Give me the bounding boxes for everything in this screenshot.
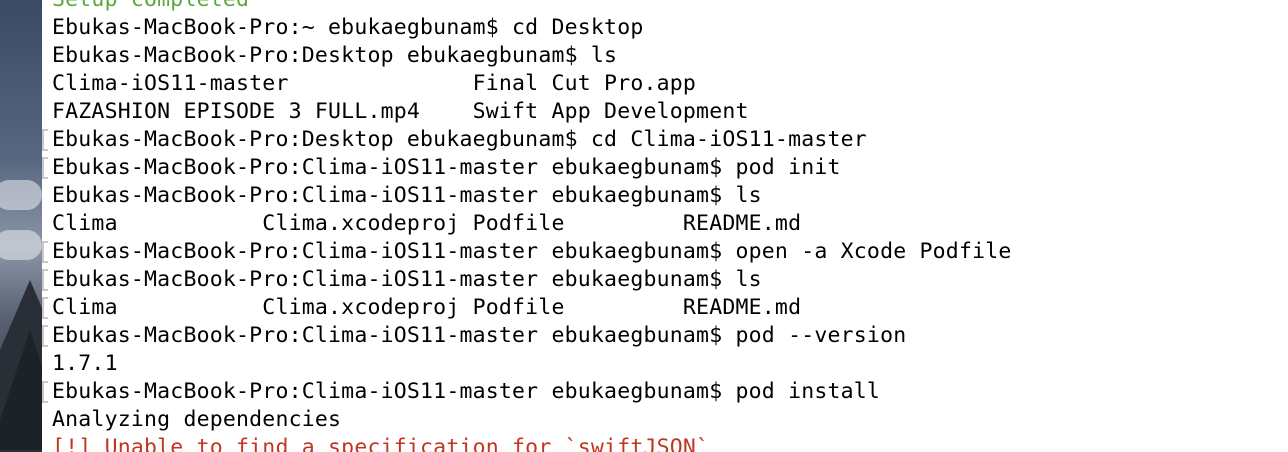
terminal-line: Ebukas-MacBook-Pro:Clima-iOS11-master eb… [42,238,1012,266]
line-marker [42,325,48,347]
terminal-line-text: Ebukas-MacBook-Pro:Clima-iOS11-master eb… [52,323,907,348]
terminal-line: Ebukas-MacBook-Pro:Desktop ebukaegbunam$… [42,126,1012,154]
line-marker [42,381,48,403]
terminal-line-text: Ebukas-MacBook-Pro:~ ebukaegbunam$ cd De… [52,15,644,40]
terminal-output[interactable]: Setup completed Ebukas-MacBook-Pro:~ ebu… [42,0,1012,452]
terminal-line-text: Ebukas-MacBook-Pro:Desktop ebukaegbunam$… [52,43,618,68]
wallpaper-cloud [0,230,42,260]
terminal-line-text: Analyzing dependencies [52,407,342,432]
terminal-line: Ebukas-MacBook-Pro:~ ebukaegbunam$ cd De… [52,14,1012,42]
terminal-line: Clima Clima.xcodeproj Podfile README.md [42,294,1012,322]
terminal-line-text: 1.7.1 [52,351,118,376]
terminal-line: [!] Unable to find a specification for `… [52,434,1012,452]
terminal-line: Ebukas-MacBook-Pro:Clima-iOS11-master eb… [42,266,1012,294]
wallpaper-mountain [0,330,42,450]
terminal-line: Setup completed [52,0,1012,14]
line-marker [42,269,48,291]
terminal-line-text: Clima-iOS11-master Final Cut Pro.app [52,71,697,96]
terminal-line: Ebukas-MacBook-Pro:Clima-iOS11-master eb… [52,182,1012,210]
terminal-line: Ebukas-MacBook-Pro:Clima-iOS11-master eb… [42,322,1012,350]
terminal-line: Ebukas-MacBook-Pro:Clima-iOS11-master eb… [42,378,1012,406]
line-marker [42,297,48,319]
terminal-line-text: Ebukas-MacBook-Pro:Clima-iOS11-master eb… [52,183,762,208]
terminal-line: Analyzing dependencies [52,406,1012,434]
terminal-line: Ebukas-MacBook-Pro:Desktop ebukaegbunam$… [52,42,1012,70]
terminal-line: 1.7.1 [52,350,1012,378]
terminal-line: Ebukas-MacBook-Pro:Clima-iOS11-master eb… [42,154,1012,182]
line-marker [42,157,48,179]
terminal-line-text: Ebukas-MacBook-Pro:Clima-iOS11-master eb… [52,239,1012,264]
line-marker [42,241,48,263]
line-marker [42,129,48,151]
wallpaper-cloud [0,180,42,210]
terminal-line-text: Clima Clima.xcodeproj Podfile README.md [52,211,802,236]
terminal-line-text: Setup completed [52,0,249,12]
terminal-line-text: Ebukas-MacBook-Pro:Clima-iOS11-master eb… [52,155,841,180]
terminal-line: Clima Clima.xcodeproj Podfile README.md [52,210,1012,238]
terminal-line-text: Ebukas-MacBook-Pro:Clima-iOS11-master eb… [52,379,881,404]
terminal-line: Clima-iOS11-master Final Cut Pro.app [52,70,1012,98]
terminal-line-text: [!] Unable to find a specification for `… [52,435,710,452]
terminal-line-text: Clima Clima.xcodeproj Podfile README.md [52,295,802,320]
terminal-line-text: FAZASHION EPISODE 3 FULL.mp4 Swift App D… [52,99,749,124]
terminal-line: FAZASHION EPISODE 3 FULL.mp4 Swift App D… [52,98,1012,126]
terminal-line-text: Ebukas-MacBook-Pro:Clima-iOS11-master eb… [52,267,762,292]
terminal-line-text: Ebukas-MacBook-Pro:Desktop ebukaegbunam$… [52,127,867,152]
desktop-wallpaper [0,0,42,452]
terminal-window[interactable]: Setup completed Ebukas-MacBook-Pro:~ ebu… [42,0,1288,452]
